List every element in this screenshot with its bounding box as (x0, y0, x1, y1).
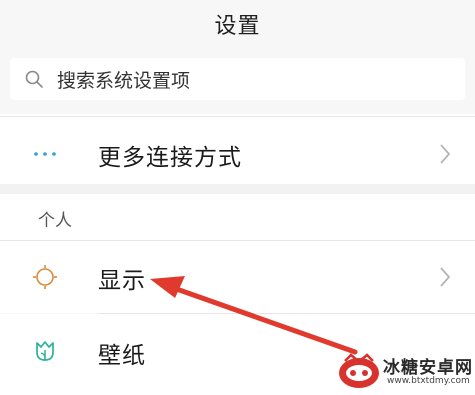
settings-screen: 设置 搜索系统设置项 更多连接方式 个人 显示 壁纸 冰糖安卓网 www.btx… (0, 0, 475, 395)
divider (0, 116, 475, 117)
section-label-personal: 个人 (38, 211, 72, 231)
chevron-right-icon (440, 144, 451, 164)
row-label-more-connections: 更多连接方式 (98, 145, 242, 171)
settings-row-display[interactable]: 显示 (0, 241, 475, 313)
section-gap (0, 184, 475, 194)
row-label-display: 显示 (98, 268, 146, 294)
title-bar: 设置 (0, 0, 475, 48)
search-input[interactable]: 搜索系统设置项 (10, 58, 465, 100)
search-area: 搜索系统设置项 (0, 48, 475, 114)
chevron-right-icon (440, 267, 451, 287)
search-placeholder: 搜索系统设置项 (57, 69, 191, 92)
settings-row-more-connections[interactable]: 更多连接方式 (0, 124, 475, 184)
page-title: 设置 (214, 14, 261, 39)
brightness-icon (30, 262, 60, 292)
watermark-logo-icon (339, 353, 379, 388)
search-icon (23, 68, 45, 90)
row-label-wallpaper: 壁纸 (98, 343, 146, 369)
tulip-icon (30, 336, 60, 366)
watermark-url: www.btxtdmy.com (387, 376, 470, 386)
section-header-personal: 个人 (0, 194, 475, 240)
more-dots-icon (30, 139, 60, 169)
watermark-name: 冰糖安卓网 (383, 358, 473, 378)
watermark: 冰糖安卓网 www.btxtdmy.com (337, 351, 473, 393)
